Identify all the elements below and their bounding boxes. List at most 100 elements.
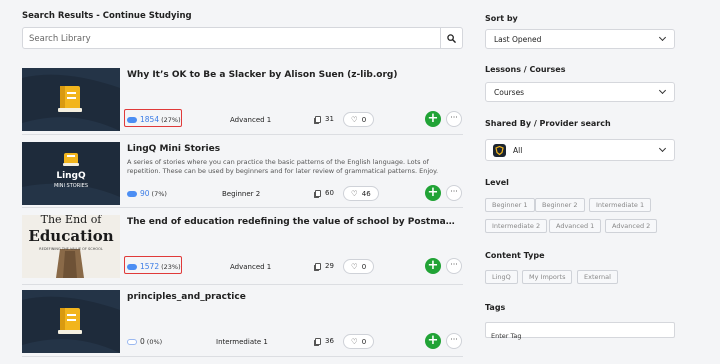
content-chip-external[interactable]: External [577,270,618,284]
provider-icon [493,144,506,157]
known-words-count: 1572 [140,262,160,271]
content-type-label: Content Type [485,251,545,260]
course-card[interactable]: principles_and_practice 0 (0%) Intermedi… [22,290,463,353]
course-meta: 90 (7%) Beginner 2 60 ♡ 46 + ··· [127,184,463,204]
divider [22,134,463,135]
lessons-courses-select[interactable]: Courses [485,82,675,102]
lessons-courses-label: Lessons / Courses [485,65,566,74]
known-words: 0 (0%) [127,337,162,346]
content-chip-lingq[interactable]: LingQ [485,270,518,284]
course-thumbnail[interactable] [22,290,120,353]
sort-label: Sort by [485,14,518,23]
like-count: 0 [361,337,367,346]
lesson-count: 31 [315,115,334,123]
course-title[interactable]: The end of education redefining the valu… [127,217,461,227]
lesson-count: 29 [315,262,334,270]
tags-field [485,322,675,343]
known-words-icon [127,338,137,345]
search-input[interactable] [29,32,429,46]
like-count: 0 [361,115,367,124]
library-page: Search Results - Continue Studying Why [0,0,720,364]
known-words-percent: (7%) [151,189,167,198]
lesson-count-value: 29 [325,262,334,270]
sort-value: Last Opened [494,35,542,44]
lessons-icon [315,262,321,270]
level-chip-advanced-2[interactable]: Advanced 2 [605,219,658,233]
provider-select[interactable]: All [485,139,675,161]
lessons-icon [315,115,321,123]
shield-icon [495,145,504,156]
course-title[interactable]: Why It’s OK to Be a Slacker by Alison Su… [127,70,461,80]
lesson-count-value: 60 [325,189,334,197]
add-course-button[interactable]: + [425,185,441,201]
course-title[interactable]: LingQ Mini Stories [127,144,461,154]
heart-icon: ♡ [351,115,358,124]
cover-line-1: The End of [40,215,102,226]
course-meta: 1572 (23%) Advanced 1 29 ♡ 0 + ··· [124,256,463,277]
search-button[interactable] [440,28,462,48]
add-course-button[interactable]: + [425,258,441,274]
like-count: 0 [361,262,367,271]
known-words: 1572 (23%) [127,262,181,271]
book-icon [22,290,120,353]
level-chip-advanced-1[interactable]: Advanced 1 [549,219,602,233]
book-icon [22,68,120,131]
level-label: Level [485,178,509,187]
level-chip-beginner-2[interactable]: Beginner 2 [535,198,585,212]
lesson-count-value: 36 [325,337,334,345]
lesson-count: 36 [315,337,334,345]
lessons-icon [315,337,321,345]
search-icon [447,33,456,43]
thumbnail-caption: MINI STORIES [53,183,89,189]
provider-value: All [513,146,523,155]
like-count: 46 [361,189,371,198]
like-button[interactable]: ♡ 46 [343,186,379,201]
known-words-count: 1854 [140,115,160,124]
heart-icon: ♡ [351,189,358,198]
like-button[interactable]: ♡ 0 [343,112,375,127]
tags-label: Tags [485,303,506,312]
heart-icon: ♡ [351,262,358,271]
like-button[interactable]: ♡ 0 [343,259,375,274]
content-chip-my-imports[interactable]: My Imports [522,270,573,284]
course-level: Intermediate 1 [216,338,268,346]
level-chip-intermediate-2[interactable]: Intermediate 2 [485,219,548,233]
course-level: Beginner 2 [222,190,261,198]
thumbnail-brand: LingQ [56,171,86,181]
add-course-button[interactable]: + [425,333,441,349]
level-chip-intermediate-1[interactable]: Intermediate 1 [589,198,652,212]
chevron-down-icon [658,144,667,153]
course-thumbnail[interactable]: The End of Education REDEFINING THE VALU… [22,215,120,278]
course-level: Advanced 1 [230,116,272,124]
course-thumbnail[interactable] [22,68,120,131]
known-words-percent: (0%) [146,337,163,346]
more-options-button[interactable]: ··· [446,185,462,201]
course-title[interactable]: principles_and_practice [127,292,461,302]
more-options-button[interactable]: ··· [446,258,462,274]
course-card[interactable]: Why It’s OK to Be a Slacker by Alison Su… [22,68,463,131]
course-card[interactable]: LingQ MINI STORIES LingQ Mini Stories A … [22,142,463,205]
divider [22,207,463,208]
known-words-icon [127,116,137,123]
known-words-icon [127,263,137,270]
add-course-button[interactable]: + [425,111,441,127]
chevron-down-icon [658,86,667,95]
course-level: Advanced 1 [230,263,272,271]
tag-input[interactable] [491,329,671,343]
sort-select[interactable]: Last Opened [485,29,675,49]
known-words: 1854 (27%) [127,115,181,124]
cover-subtitle: REDEFINING THE VALUE OF SCHOOL [39,247,103,251]
more-options-button[interactable]: ··· [446,333,462,349]
cover-line-2: Education [28,227,114,245]
course-thumbnail[interactable]: LingQ MINI STORIES [22,142,120,205]
course-meta: 0 (0%) Intermediate 1 36 ♡ 0 + ··· [127,332,463,352]
course-card[interactable]: The End of Education REDEFINING THE VALU… [22,215,463,278]
known-words-count: 0 [140,337,145,346]
more-options-button[interactable]: ··· [446,111,462,127]
lesson-count-value: 31 [325,115,334,123]
chevron-down-icon [658,33,667,42]
like-button[interactable]: ♡ 0 [343,334,375,349]
known-words-percent: (27%) [161,115,181,124]
level-chip-beginner-1[interactable]: Beginner 1 [485,198,535,212]
divider [22,356,463,357]
